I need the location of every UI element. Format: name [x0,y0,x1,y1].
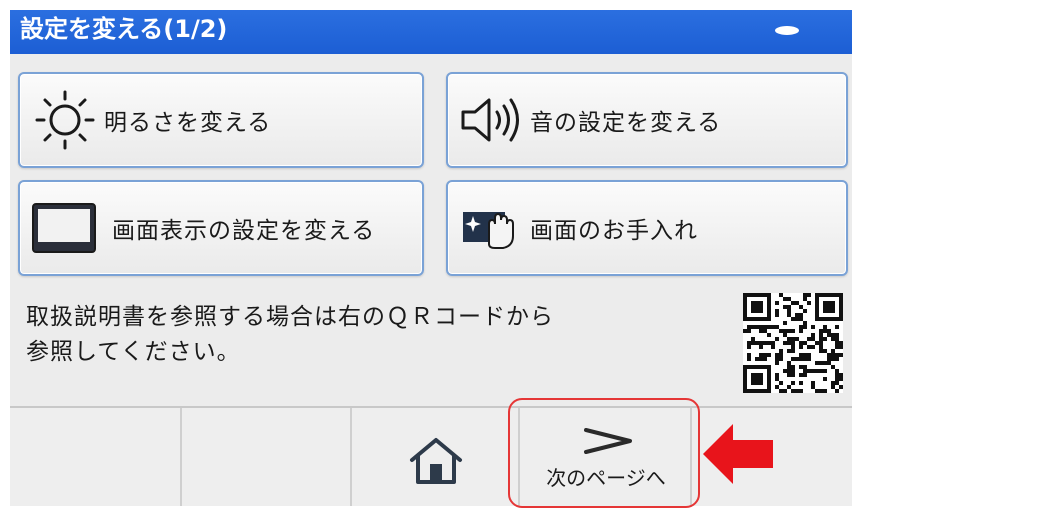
qr-code[interactable] [743,293,843,393]
pointer-arrow-icon [699,420,775,492]
brightness-label: 明るさを変える [104,110,272,136]
sound-settings-label: 音の設定を変える [530,110,722,136]
home-button[interactable] [352,408,520,506]
home-icon [408,436,464,490]
nav-slot-2 [182,408,352,506]
manual-info-text: 取扱説明書を参照する場合は右のＱＲコードから 参照してください。 [26,300,554,370]
status-indicator [775,26,799,35]
speaker-icon [452,80,530,160]
sun-icon [26,80,104,160]
next-page-highlight-box [508,398,700,508]
sound-settings-button[interactable]: 音の設定を変える [446,72,848,168]
monitor-icon [28,188,100,268]
title-bar: 設定を変える(1/2) [10,10,852,54]
screen-clean-hand-icon [452,188,530,268]
brightness-button[interactable]: 明るさを変える [18,72,424,168]
screen-cleaning-button[interactable]: 画面のお手入れ [446,180,848,276]
page-title: 設定を変える(1/2) [20,15,228,43]
display-settings-label: 画面表示の設定を変える [112,218,376,244]
display-settings-button[interactable]: 画面表示の設定を変える [18,180,424,276]
manual-info-line-2: 参照してください。 [26,339,241,365]
nav-slot-1 [10,408,182,506]
screen-cleaning-label: 画面のお手入れ [530,218,698,244]
manual-info-line-1: 取扱説明書を参照する場合は右のＱＲコードから [26,304,554,330]
